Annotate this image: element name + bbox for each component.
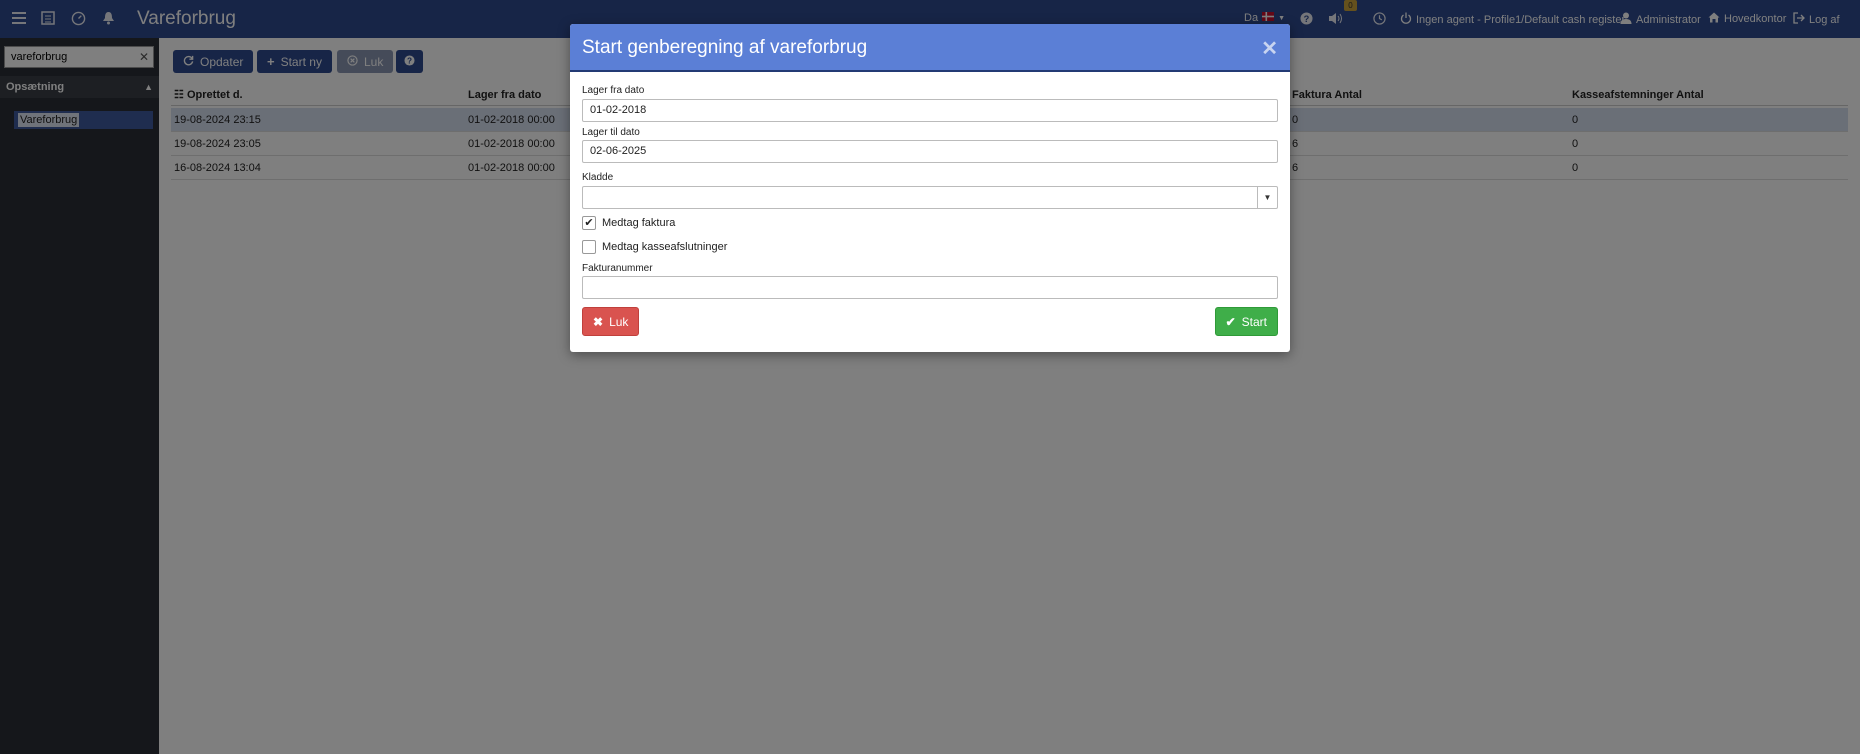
from-date-label: Lager fra dato [582, 85, 645, 96]
include-cash-checkbox[interactable] [582, 240, 596, 254]
invoice-number-field[interactable] [582, 276, 1278, 299]
dialog-header: Start genberegning af vareforbrug ✕ [570, 24, 1290, 72]
draft-label: Kladde [582, 172, 614, 183]
to-date-field[interactable]: 02-06-2025 [582, 140, 1278, 163]
times-icon: ✖ [593, 314, 604, 329]
start-label: Start [1241, 314, 1267, 329]
draft-select[interactable]: ▼ [582, 186, 1278, 209]
check-icon: ✔ [1225, 314, 1236, 329]
from-date-field[interactable]: 01-02-2018 [582, 99, 1278, 122]
include-invoice-checkbox[interactable]: ✔ [582, 216, 596, 230]
recalculate-dialog: Start genberegning af vareforbrug ✕ Lage… [570, 24, 1290, 352]
start-button[interactable]: ✔ Start [1214, 307, 1278, 336]
close-dialog-button[interactable]: ✖ Luk [582, 307, 640, 336]
close-dialog-label: Luk [609, 314, 629, 329]
include-cash-label[interactable]: Medtag kasseafslutninger [602, 241, 727, 253]
include-invoice-label[interactable]: Medtag faktura [602, 217, 675, 229]
dialog-title: Start genberegning af vareforbrug [582, 37, 868, 58]
to-date-label: Lager til dato [582, 127, 640, 138]
close-icon[interactable]: ✕ [1261, 36, 1278, 61]
invoice-number-label: Fakturanummer [582, 263, 653, 274]
chevron-down-icon[interactable]: ▼ [1257, 187, 1277, 208]
